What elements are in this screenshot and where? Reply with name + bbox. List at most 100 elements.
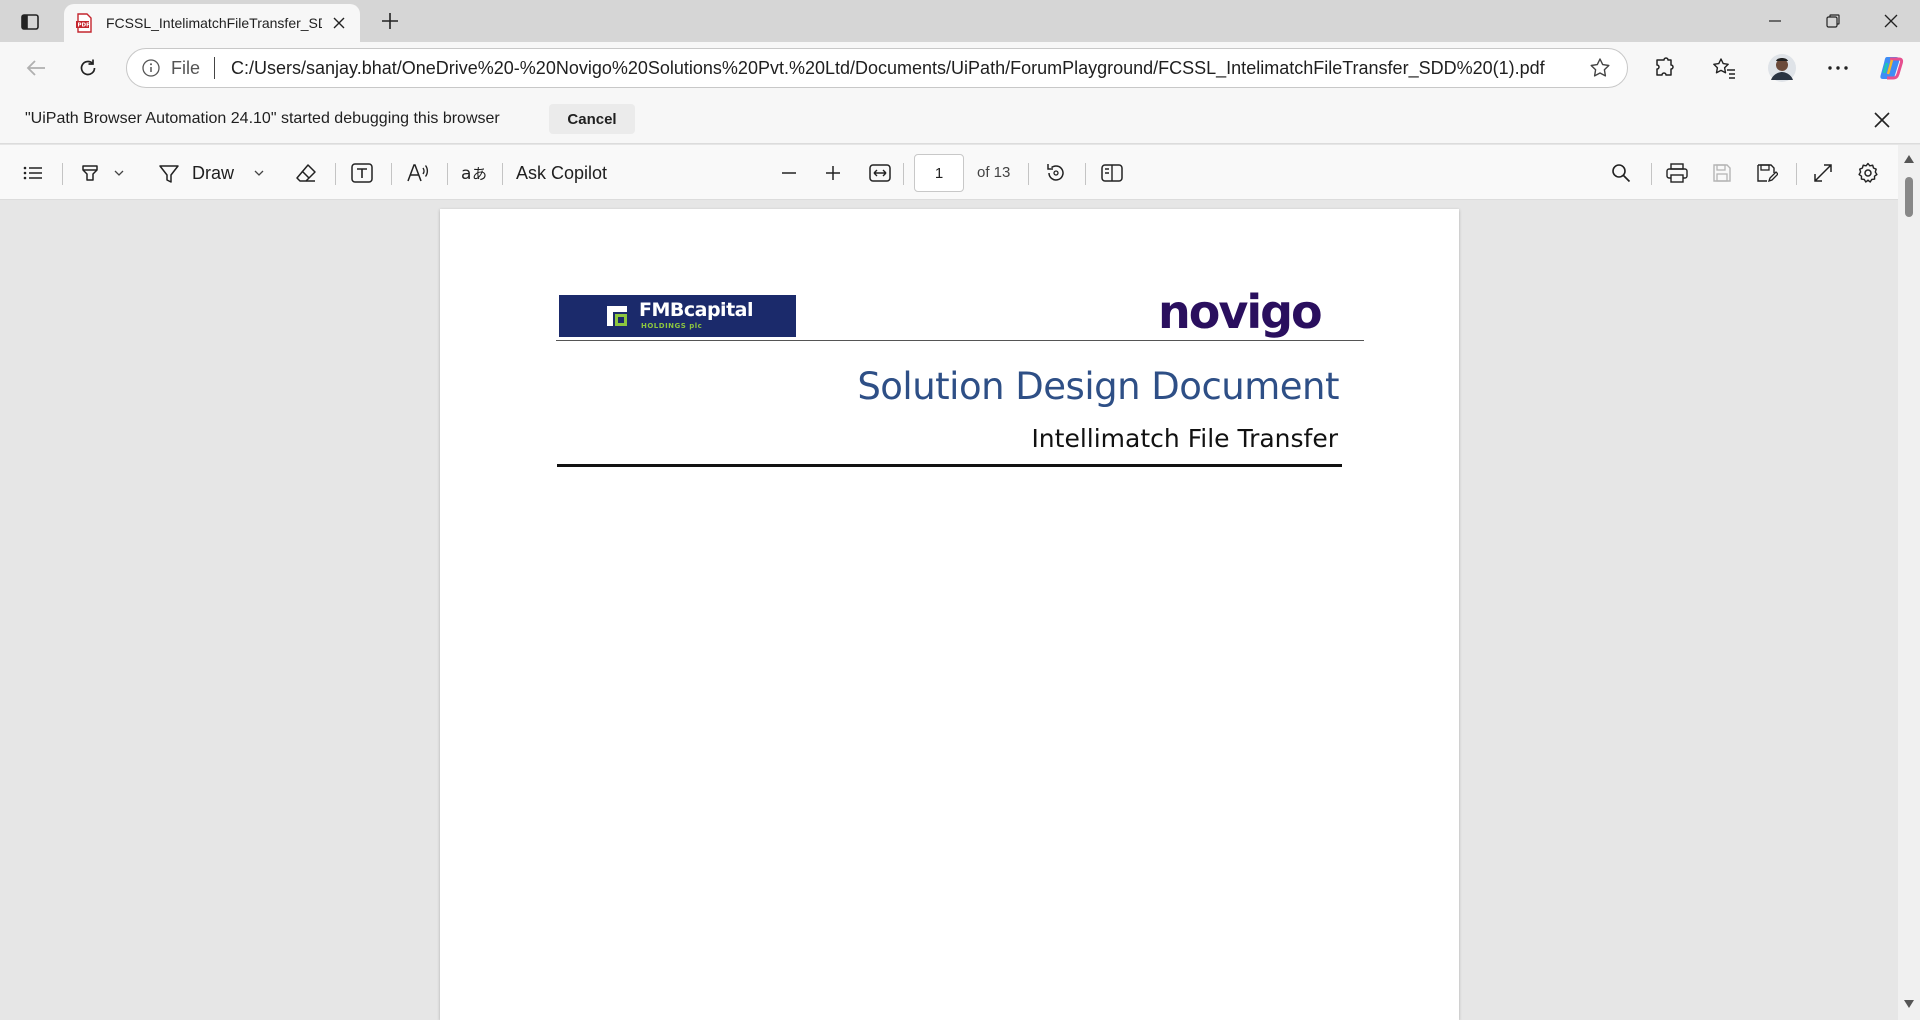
- save-as-icon: [1756, 163, 1778, 183]
- highlight-button[interactable]: [74, 158, 130, 188]
- translate-button[interactable]: aあ: [458, 158, 490, 188]
- ask-copilot-button[interactable]: Ask Copilot: [516, 158, 616, 188]
- svg-text:PDF: PDF: [78, 23, 91, 29]
- settings-button[interactable]: [1852, 158, 1884, 188]
- pdf-toolbar: Draw aあ Ask Copilot 1 of 13: [0, 145, 1920, 200]
- toolbar-separator: [1085, 163, 1086, 185]
- header-rule: [556, 340, 1364, 341]
- draw-button[interactable]: Draw: [158, 158, 270, 188]
- fullscreen-button[interactable]: [1807, 158, 1839, 188]
- toolbar-separator: [1028, 163, 1029, 185]
- print-button[interactable]: [1661, 158, 1693, 188]
- toolbar-separator: [1796, 163, 1797, 185]
- scroll-down-arrow[interactable]: [1904, 1000, 1914, 1008]
- address-bar[interactable]: File C:/Users/sanjay.bhat/OneDrive%20-%2…: [126, 48, 1628, 88]
- document-title: Solution Design Document: [857, 365, 1339, 408]
- page-count-label: of 13: [977, 164, 1011, 181]
- extensions-icon: [1653, 57, 1675, 79]
- tab-strip: PDF FCSSL_IntelimatchFileTransfer_SDD(1)…: [0, 0, 1920, 42]
- toolbar-separator: [502, 163, 503, 185]
- translate-icon: aあ: [461, 163, 487, 183]
- pdf-page: FMBcapital HOLDINGS plc novigo Solution …: [440, 209, 1459, 1020]
- rotate-icon: [1045, 162, 1067, 184]
- copilot-button[interactable]: [1874, 52, 1910, 84]
- plus-icon: [381, 12, 399, 30]
- chevron-down-icon: [114, 170, 124, 176]
- fullscreen-icon: [1813, 163, 1833, 183]
- star-icon: [1589, 57, 1611, 79]
- ask-copilot-label: Ask Copilot: [516, 162, 608, 183]
- erase-button[interactable]: [290, 158, 322, 188]
- close-window-button[interactable]: [1862, 0, 1920, 42]
- more-icon: [1828, 66, 1848, 70]
- fmb-logo-text: FMBcapital: [639, 299, 753, 321]
- title-rule: [557, 464, 1342, 467]
- fit-to-width-button[interactable]: [864, 158, 896, 188]
- scroll-thumb[interactable]: [1905, 177, 1913, 217]
- tab-close-button[interactable]: [328, 12, 350, 34]
- page-view-icon: [1101, 164, 1123, 182]
- new-tab-button[interactable]: [374, 6, 406, 36]
- cancel-button[interactable]: Cancel: [549, 104, 635, 134]
- print-icon: [1666, 163, 1688, 183]
- avatar: [1767, 53, 1797, 83]
- svg-text:a: a: [461, 164, 471, 183]
- restore-button[interactable]: [1804, 0, 1862, 42]
- draw-label: Draw: [192, 162, 235, 183]
- fmb-logo-subtext: HOLDINGS plc: [641, 322, 703, 330]
- restore-icon: [1826, 14, 1840, 28]
- vertical-scrollbar[interactable]: [1898, 145, 1920, 1020]
- chevron-down-icon: [254, 170, 264, 176]
- table-of-contents-button[interactable]: [18, 158, 48, 188]
- scroll-up-arrow[interactable]: [1904, 155, 1914, 163]
- sidebar-toggle-icon: [21, 14, 39, 30]
- settings-icon: [1857, 162, 1879, 184]
- info-bar-close-button[interactable]: [1868, 106, 1896, 134]
- minimize-icon: [1769, 20, 1781, 22]
- close-icon: [1884, 14, 1898, 28]
- more-button[interactable]: [1820, 52, 1856, 84]
- tab-active[interactable]: PDF FCSSL_IntelimatchFileTransfer_SDD(1)…: [64, 4, 360, 42]
- zoom-in-button[interactable]: [817, 158, 849, 188]
- toolbar-separator: [62, 163, 63, 185]
- highlight-icon: [80, 163, 100, 183]
- novigo-logo-text: novigo: [1158, 285, 1321, 339]
- rotate-button[interactable]: [1040, 158, 1072, 188]
- page-view-button[interactable]: [1096, 158, 1128, 188]
- read-aloud-icon: [406, 163, 430, 183]
- navigation-bar: File C:/Users/sanjay.bhat/OneDrive%20-%2…: [0, 42, 1920, 94]
- zoom-out-button[interactable]: [773, 158, 805, 188]
- favorite-star-button[interactable]: [1587, 55, 1613, 81]
- info-icon[interactable]: [141, 58, 161, 78]
- save-as-button[interactable]: [1751, 158, 1783, 188]
- pdf-viewer[interactable]: FMBcapital HOLDINGS plc novigo Solution …: [0, 200, 1898, 1020]
- save-button[interactable]: [1706, 158, 1738, 188]
- url-text[interactable]: C:/Users/sanjay.bhat/OneDrive%20-%20Novi…: [231, 58, 1587, 79]
- document-subtitle: Intellimatch File Transfer: [1031, 424, 1338, 453]
- sidebar-toggle-button[interactable]: [14, 8, 46, 36]
- add-text-button[interactable]: [346, 158, 378, 188]
- read-aloud-button[interactable]: [402, 158, 434, 188]
- refresh-button[interactable]: [70, 52, 106, 84]
- copilot-icon: [1878, 54, 1906, 82]
- toolbar-separator: [391, 163, 392, 185]
- save-icon: [1712, 163, 1732, 183]
- favorites-button[interactable]: [1706, 52, 1742, 84]
- favorites-icon: [1712, 57, 1736, 79]
- profile-button[interactable]: [1764, 52, 1800, 84]
- close-icon: [333, 17, 345, 29]
- back-button[interactable]: [18, 52, 54, 84]
- debugging-info-bar: "UiPath Browser Automation 24.10" starte…: [0, 94, 1920, 144]
- pdf-file-icon: PDF: [74, 13, 94, 33]
- toolbar-separator: [335, 163, 336, 185]
- page-number-input[interactable]: 1: [914, 154, 964, 192]
- toolbar-separator: [447, 163, 448, 185]
- search-button[interactable]: [1605, 158, 1637, 188]
- url-scheme-label: File: [171, 57, 201, 78]
- svg-text:あ: あ: [472, 165, 487, 183]
- minus-icon: [781, 172, 797, 174]
- novigo-logo: novigo: [1158, 279, 1338, 349]
- extensions-button[interactable]: [1646, 52, 1682, 84]
- close-icon: [1874, 112, 1890, 128]
- minimize-button[interactable]: [1746, 0, 1804, 42]
